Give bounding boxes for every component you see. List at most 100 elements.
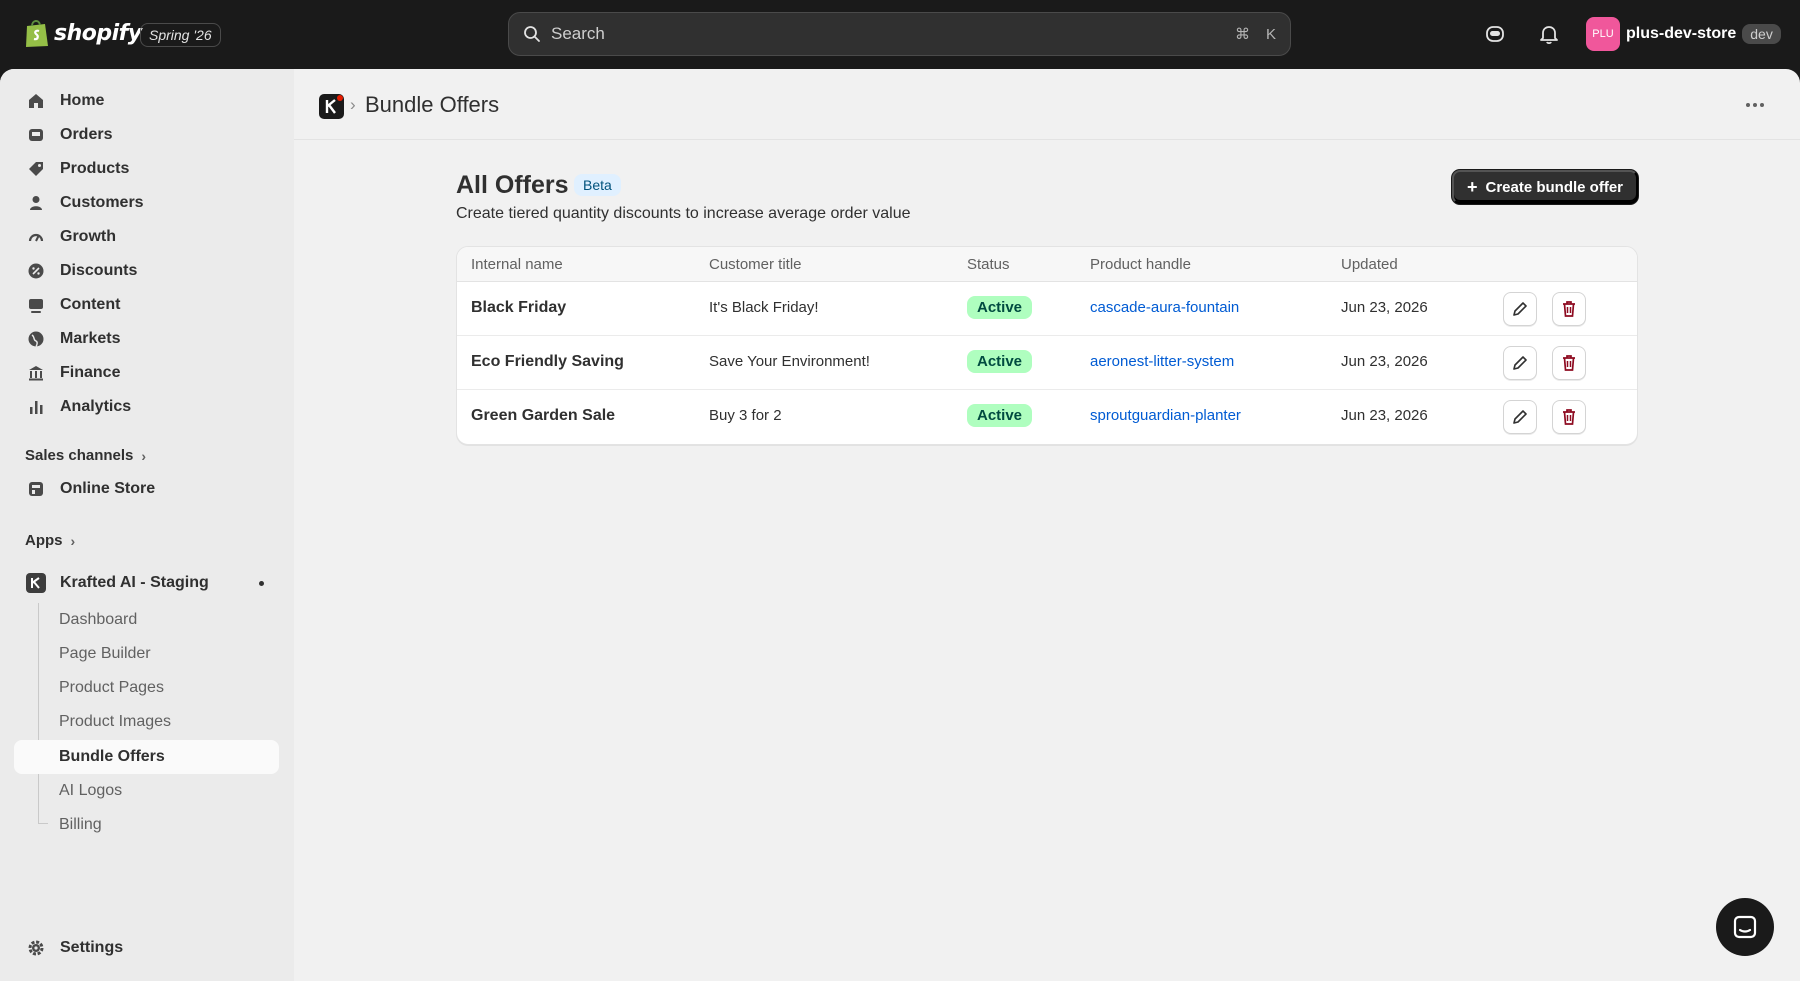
tree-line (38, 603, 39, 823)
status-badge: Active (967, 296, 1033, 319)
sidebar-item-products[interactable]: Products (14, 152, 279, 186)
column-header-customer-title[interactable]: Customer title (709, 256, 802, 273)
table-header: Internal name Customer title Status Prod… (457, 247, 1637, 282)
table-row[interactable]: Black Friday It's Black Friday! Active c… (457, 282, 1637, 336)
offers-table: Internal name Customer title Status Prod… (456, 246, 1638, 445)
pin-dot-icon[interactable] (259, 581, 264, 586)
subnav-dashboard[interactable]: Dashboard (59, 603, 137, 637)
sidebar-item-content[interactable]: Content (14, 288, 279, 322)
edit-button[interactable] (1503, 292, 1537, 326)
product-handle-link[interactable]: aeronest-litter-system (1090, 353, 1234, 370)
main-content: › Bundle Offers All Offers Beta Create t… (294, 69, 1800, 981)
product-handle-link[interactable]: sproutguardian-planter (1090, 407, 1241, 424)
button-label: Create bundle offer (1485, 178, 1624, 196)
beta-badge: Beta (574, 174, 621, 196)
dev-badge: dev (1742, 24, 1781, 44)
updated-date: Jun 23, 2026 (1341, 353, 1428, 370)
sidebar-item-customers[interactable]: Customers (14, 186, 279, 220)
delete-button[interactable] (1552, 292, 1586, 326)
status-badge: Active (967, 350, 1033, 373)
column-header-product-handle[interactable]: Product handle (1090, 256, 1191, 273)
dot (1753, 103, 1757, 107)
status-badge: Active (967, 404, 1033, 427)
more-actions-button[interactable] (1740, 93, 1770, 117)
column-header-updated[interactable]: Updated (1341, 256, 1398, 273)
store-name: plus-dev-store (1626, 25, 1737, 42)
sidebar-item-settings[interactable]: Settings (14, 931, 279, 965)
delete-button[interactable] (1552, 400, 1586, 434)
sidebar-item-finance[interactable]: Finance (14, 356, 279, 390)
trash-icon (1563, 301, 1575, 317)
sidebar-item-home[interactable]: Home (14, 84, 279, 118)
offer-name: Green Garden Sale (471, 407, 616, 424)
search-input[interactable] (551, 24, 1219, 44)
pencil-icon (1513, 302, 1527, 316)
release-badge[interactable]: Spring '26 (140, 23, 221, 47)
subnav-page-builder[interactable]: Page Builder (59, 637, 151, 671)
column-header-status[interactable]: Status (967, 256, 1010, 273)
sidebar-item-label: Krafted AI - Staging (60, 574, 209, 591)
updated-date: Jun 23, 2026 (1341, 299, 1428, 316)
store-menu-button[interactable]: PLU plus-dev-store dev (1586, 17, 1781, 51)
customer-title: It's Black Friday! (709, 299, 819, 316)
sidebar-item-label: Home (60, 92, 105, 109)
page-title: Bundle Offers (365, 92, 500, 117)
sidebar-item-krafted-app[interactable]: Krafted AI - Staging (14, 566, 279, 600)
sidebar-item-analytics[interactable]: Analytics (14, 390, 279, 424)
sidebar-item-label: Content (60, 296, 121, 313)
shopify-logo[interactable]: shopify (24, 18, 142, 48)
sidekick-icon[interactable] (1482, 21, 1508, 47)
product-handle-link[interactable]: cascade-aura-fountain (1090, 299, 1239, 316)
subnav-product-images[interactable]: Product Images (59, 705, 171, 739)
chat-button[interactable] (1716, 898, 1774, 956)
bell-icon[interactable] (1536, 21, 1562, 47)
dot (1746, 103, 1750, 107)
subnav-ai-logos[interactable]: AI Logos (59, 774, 122, 808)
subnav-product-pages[interactable]: Product Pages (59, 671, 164, 705)
table-row[interactable]: Eco Friendly Saving Save Your Environmen… (457, 336, 1637, 390)
table-row[interactable]: Green Garden Sale Buy 3 for 2 Active spr… (457, 390, 1637, 444)
sales-channels-header[interactable]: Sales channels › (25, 447, 146, 464)
search-bar[interactable]: ⌘ K (508, 12, 1291, 56)
shopify-bag-icon (26, 20, 48, 47)
section-heading: All Offers (456, 171, 569, 199)
image-icon (26, 295, 46, 315)
apps-header[interactable]: Apps › (25, 532, 75, 549)
column-header-internal-name[interactable]: Internal name (471, 256, 563, 273)
plus-icon: + (1466, 177, 1478, 197)
bar-chart-icon (26, 397, 46, 417)
sidebar-item-growth[interactable]: Growth (14, 220, 279, 254)
sidebar: Home Orders Products Customers Growth Di… (0, 69, 294, 981)
subnav-billing[interactable]: Billing (59, 808, 102, 842)
pencil-icon (1513, 410, 1527, 424)
inbox-icon (26, 125, 46, 145)
edit-button[interactable] (1503, 400, 1537, 434)
top-bar: shopify Spring '26 ⌘ K PLU plus-dev-stor… (0, 0, 1800, 69)
krafted-app-icon[interactable] (319, 94, 344, 119)
delete-button[interactable] (1552, 346, 1586, 380)
store-icon (26, 479, 46, 499)
create-bundle-offer-button[interactable]: + Create bundle offer (1452, 170, 1638, 204)
brand-name: shopify (54, 20, 142, 46)
sidebar-item-label: Products (60, 160, 130, 177)
sidebar-item-label: Discounts (60, 262, 138, 279)
tree-branch (38, 823, 48, 824)
sidebar-item-discounts[interactable]: Discounts (14, 254, 279, 288)
updated-date: Jun 23, 2026 (1341, 407, 1428, 424)
page-header: › Bundle Offers (294, 69, 1800, 140)
subnav-bundle-offers[interactable]: Bundle Offers (14, 740, 279, 774)
sidebar-item-label: Markets (60, 330, 121, 347)
bank-icon (26, 363, 46, 383)
customer-title: Save Your Environment! (709, 353, 870, 370)
sidebar-item-label: Settings (60, 939, 124, 956)
sidebar-item-label: Online Store (60, 480, 156, 497)
search-icon (524, 26, 540, 42)
chevron-right-icon: › (141, 447, 147, 464)
sidebar-item-online-store[interactable]: Online Store (14, 472, 279, 506)
home-icon (26, 91, 46, 111)
edit-button[interactable] (1503, 346, 1537, 380)
offer-name: Black Friday (471, 299, 567, 316)
shortcut-cmd: ⌘ (1234, 26, 1250, 43)
sidebar-item-markets[interactable]: Markets (14, 322, 279, 356)
sidebar-item-orders[interactable]: Orders (14, 118, 279, 152)
